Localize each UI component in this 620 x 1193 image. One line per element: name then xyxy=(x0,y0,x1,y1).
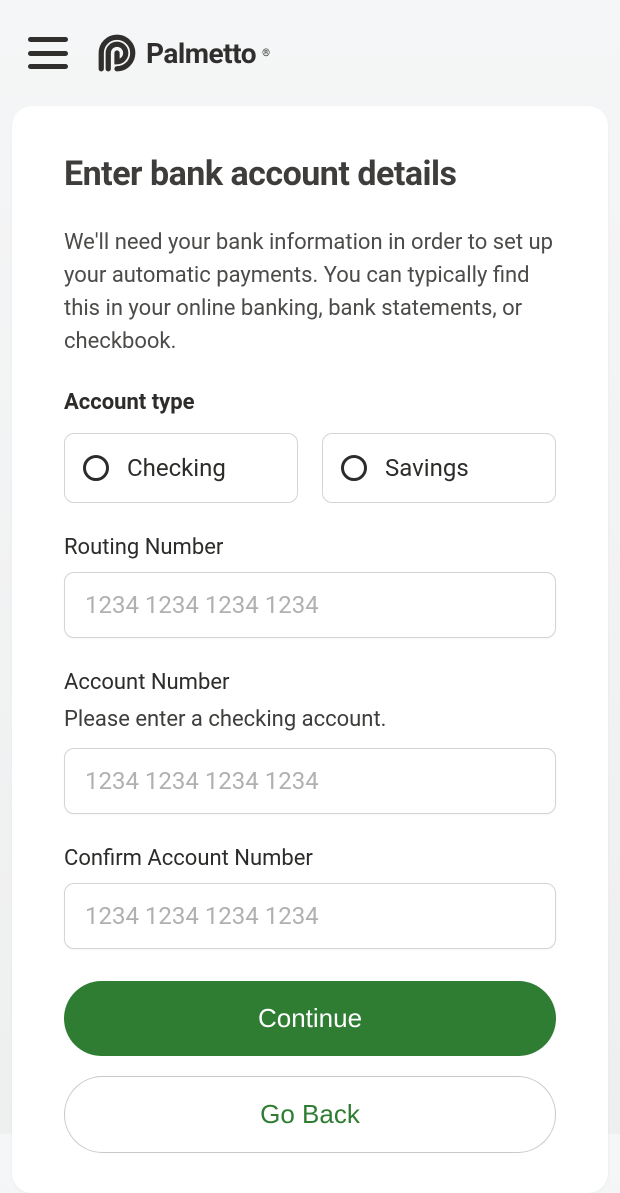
savings-label: Savings xyxy=(385,454,469,482)
brand-logo[interactable]: Palmetto ® xyxy=(96,32,270,74)
account-number-group: Account Number Please enter a checking a… xyxy=(64,670,556,846)
routing-number-label: Routing Number xyxy=(64,535,556,560)
app-header: Palmetto ® xyxy=(0,0,620,106)
page-title: Enter bank account details xyxy=(64,154,556,194)
account-type-group: Account type Checking Savings xyxy=(64,390,556,503)
routing-number-input[interactable] xyxy=(64,572,556,638)
account-number-hint: Please enter a checking account. xyxy=(64,707,556,732)
confirm-account-group: Confirm Account Number xyxy=(64,846,556,981)
brand-name: Palmetto xyxy=(146,37,256,70)
checking-radio[interactable]: Checking xyxy=(64,433,298,503)
account-type-options: Checking Savings xyxy=(64,433,556,503)
checking-label: Checking xyxy=(127,454,226,482)
radio-icon xyxy=(83,455,109,481)
savings-radio[interactable]: Savings xyxy=(322,433,556,503)
routing-number-group: Routing Number xyxy=(64,535,556,670)
go-back-button[interactable]: Go Back xyxy=(64,1076,556,1153)
form-card: Enter bank account details We'll need yo… xyxy=(12,106,608,1193)
account-number-label: Account Number xyxy=(64,670,556,695)
confirm-account-label: Confirm Account Number xyxy=(64,846,556,871)
hamburger-menu-icon[interactable] xyxy=(28,37,68,69)
page-description: We'll need your bank information in orde… xyxy=(64,226,556,358)
account-type-label: Account type xyxy=(64,390,556,415)
radio-icon xyxy=(341,455,367,481)
palmetto-logo-icon xyxy=(96,32,138,74)
brand-mark: ® xyxy=(262,48,270,59)
confirm-account-input[interactable] xyxy=(64,883,556,949)
account-number-input[interactable] xyxy=(64,748,556,814)
continue-button[interactable]: Continue xyxy=(64,981,556,1056)
